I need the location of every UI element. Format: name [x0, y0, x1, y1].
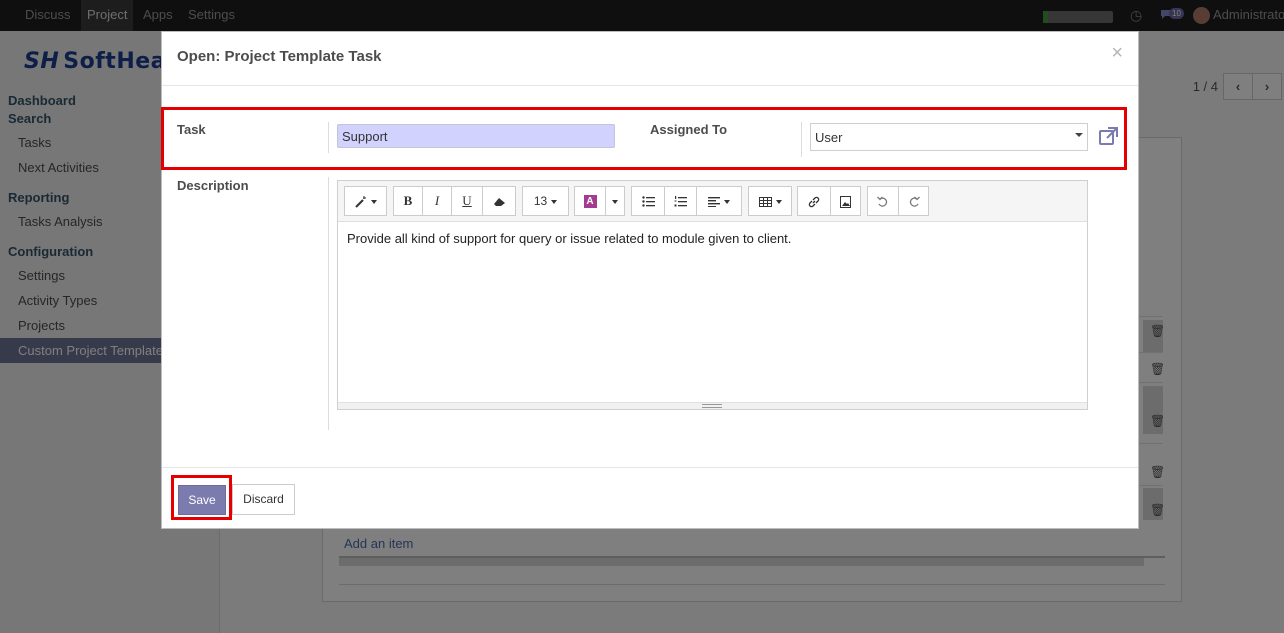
eraser-button[interactable]: [482, 186, 516, 216]
link-button[interactable]: [797, 186, 831, 216]
resize-grip-icon: [702, 404, 722, 408]
align-dropdown[interactable]: [696, 186, 742, 216]
table-icon: [758, 196, 772, 207]
highlight-box-save: [171, 475, 232, 520]
bold-button[interactable]: B: [393, 186, 423, 216]
highlight-box-task-row: [161, 107, 1127, 170]
align-left-icon: [708, 196, 720, 207]
divider: [328, 177, 329, 430]
editor-resize-handle[interactable]: [338, 402, 1087, 409]
image-button[interactable]: [830, 186, 861, 216]
task-dialog: Open: Project Template Task × Task Assig…: [161, 31, 1139, 529]
numbered-list-button[interactable]: [664, 186, 697, 216]
redo-button[interactable]: [898, 186, 929, 216]
bullet-list-icon: [641, 196, 655, 208]
text-color-dropdown[interactable]: [605, 186, 625, 216]
dialog-header: Open: Project Template Task ×: [162, 32, 1138, 86]
undo-icon: [877, 196, 888, 208]
style-dropdown-button[interactable]: [344, 186, 387, 216]
underline-button[interactable]: U: [451, 186, 483, 216]
table-dropdown[interactable]: [748, 186, 792, 216]
text-color-button[interactable]: A: [574, 186, 606, 216]
undo-button[interactable]: [867, 186, 899, 216]
link-icon: [808, 196, 820, 208]
magic-wand-icon: [354, 195, 366, 208]
image-icon: [840, 195, 851, 208]
dialog-footer: Save Discard: [162, 467, 1138, 528]
eraser-icon: [493, 197, 505, 206]
font-size-dropdown[interactable]: 13: [522, 186, 569, 216]
redo-icon: [909, 196, 920, 208]
description-label: Description: [177, 178, 249, 193]
dialog-title: Open: Project Template Task: [177, 48, 382, 65]
numbered-list-icon: [674, 196, 687, 207]
description-text[interactable]: Provide all kind of support for query or…: [347, 231, 791, 246]
close-icon[interactable]: ×: [1111, 42, 1123, 65]
text-color-icon: A: [583, 195, 597, 209]
italic-button[interactable]: I: [422, 186, 452, 216]
discard-button[interactable]: Discard: [232, 484, 295, 515]
bullet-list-button[interactable]: [631, 186, 665, 216]
description-editor[interactable]: B I U 13 A Provide all kind of support f…: [337, 180, 1088, 410]
font-size-value: 13: [533, 194, 548, 208]
editor-toolbar: B I U 13 A: [338, 181, 1087, 222]
